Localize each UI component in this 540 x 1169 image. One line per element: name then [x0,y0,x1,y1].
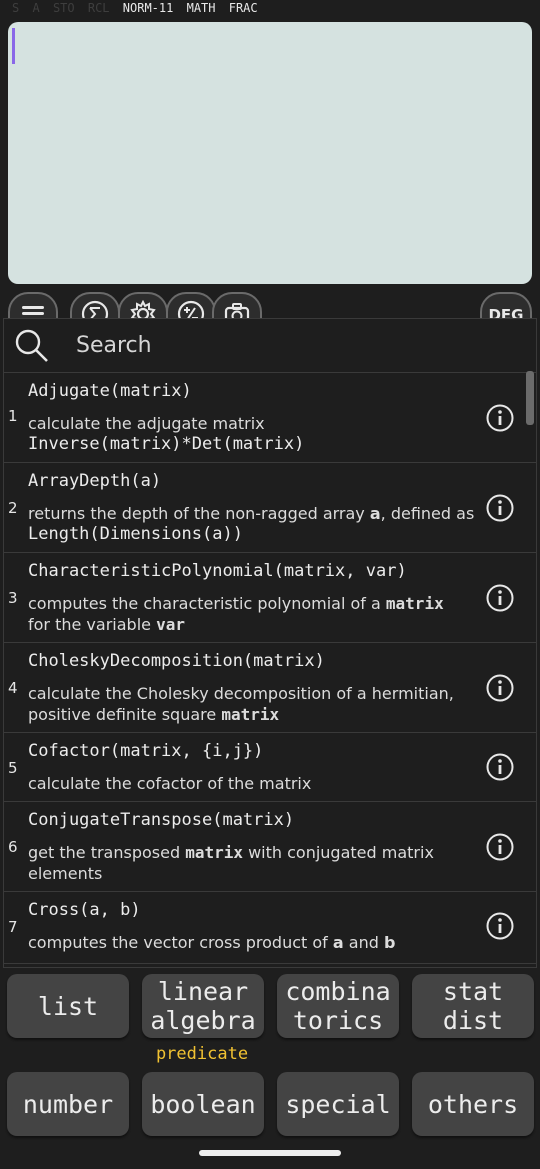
item-number: 5 [8,759,18,777]
description-line: elements [28,864,103,883]
list-item[interactable]: 2 ArrayDepth(a) returns the depth of the… [4,463,536,553]
list-item[interactable]: 1 Adjugate(matrix) calculate the adjugat… [4,373,536,463]
function-signature: Cross(a, b) [28,900,141,920]
text-cursor [12,28,15,64]
function-description: calculate the Cholesky decomposition of … [28,683,480,725]
info-icon[interactable] [485,911,515,941]
toolbar: DEG [0,290,540,330]
function-signature: CholeskyDecomposition(matrix) [28,651,325,671]
indicator-rcl: RCL [87,1,110,15]
item-number: 1 [8,407,18,425]
category-combinatorics-button[interactable]: combina torics [277,974,399,1038]
description-line: calculate the cofactor of the matrix [28,774,312,793]
category-linear-algebra-button[interactable]: linear algebra [142,974,264,1038]
description-line: returns the depth of the non-ragged arra… [28,504,475,523]
category-stat-dist-button[interactable]: stat dist [412,974,534,1038]
description-line: calculate the Cholesky decomposition of … [28,684,454,703]
description-code: Inverse(matrix)*Det(matrix) [28,434,305,454]
home-indicator[interactable] [199,1150,341,1156]
description-line: get the transposed matrix with conjugate… [28,843,434,862]
category-boolean-button[interactable]: boolean [142,1072,264,1136]
indicator-norm: NORM-11 [122,1,174,15]
status-bar: S A STO RCL NORM-11 MATH FRAC [0,0,540,16]
description-line: computes the characteristic polynomial o… [28,594,444,613]
function-signature: ArrayDepth(a) [28,471,162,491]
search-input[interactable]: Search [76,333,152,358]
info-icon[interactable] [485,673,515,703]
info-icon[interactable] [485,832,515,862]
function-signature: Cofactor(matrix, {i,j}) [28,741,264,761]
function-description: computes the vector cross product of a a… [28,932,480,953]
description-line: calculate the adjugate matrix [28,414,265,433]
list-item[interactable]: 7 Cross(a, b) computes the vector cross … [4,892,536,964]
indicator-sto: STO [52,1,75,15]
category-others-button[interactable]: others [412,1072,534,1136]
list-item[interactable]: 6 ConjugateTranspose(matrix) get the tra… [4,802,536,892]
search-bar[interactable]: Search [4,319,536,373]
expression-display[interactable] [8,22,532,284]
indicator-math: MATH [186,1,216,15]
list-scrollbar[interactable] [526,371,534,425]
predicate-label[interactable]: predicate [141,1044,263,1064]
category-special-button[interactable]: special [277,1072,399,1136]
info-icon[interactable] [485,403,515,433]
function-signature: ConjugateTranspose(matrix) [28,810,295,830]
description-code: Length(Dimensions(a)) [28,524,243,544]
indicator-frac: FRAC [228,1,258,15]
function-description: computes the characteristic polynomial o… [28,593,480,635]
function-list-panel[interactable]: Search 1 Adjugate(matrix) calculate the … [3,318,537,968]
function-description: calculate the adjugate matrix Inverse(ma… [28,413,480,455]
item-number: 6 [8,838,18,856]
item-number: 7 [8,918,18,936]
item-number: 3 [8,589,18,607]
item-number: 2 [8,499,18,517]
function-description: get the transposed matrix with conjugate… [28,842,480,884]
info-icon[interactable] [485,493,515,523]
function-signature: Adjugate(matrix) [28,381,192,401]
category-number-button[interactable]: number [7,1072,129,1136]
indicator-shift: S [12,1,20,15]
indicator-alpha: A [32,1,40,15]
info-icon[interactable] [485,583,515,613]
function-description: calculate the cofactor of the matrix [28,773,480,794]
list-item[interactable]: 5 Cofactor(matrix, {i,j}) calculate the … [4,733,536,802]
description-line: positive definite square matrix [28,705,280,724]
item-number: 4 [8,679,18,697]
description-line: computes the vector cross product of a a… [28,933,396,952]
function-description: returns the depth of the non-ragged arra… [28,503,480,545]
search-icon [15,329,48,362]
list-item[interactable]: 3 CharacteristicPolynomial(matrix, var) … [4,553,536,643]
description-line: for the variable var [28,615,185,634]
info-icon[interactable] [485,752,515,782]
category-list-button[interactable]: list [7,974,129,1038]
list-item[interactable]: 4 CholeskyDecomposition(matrix) calculat… [4,643,536,733]
function-signature: CharacteristicPolynomial(matrix, var) [28,561,407,581]
